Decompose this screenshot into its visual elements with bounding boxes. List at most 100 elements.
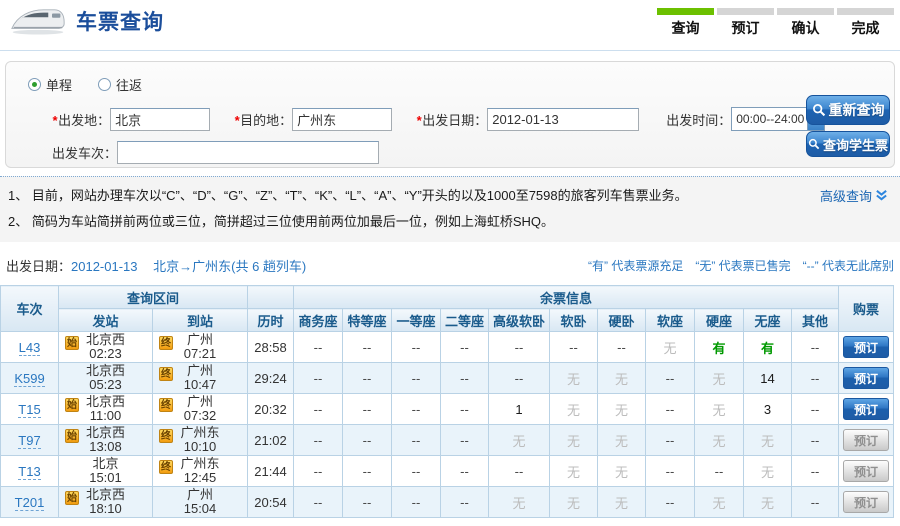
duration-cell: 28:58	[248, 332, 294, 363]
seat-availability-cell: 无	[489, 425, 550, 456]
seat-availability-cell: --	[646, 363, 695, 394]
col-group-section: 查询区间	[59, 286, 248, 309]
column-header: 一等座	[392, 309, 441, 332]
seat-availability-cell: --	[792, 363, 839, 394]
step-bar	[717, 8, 774, 15]
buy-cell: 预订	[839, 456, 894, 487]
train-link[interactable]: L43	[19, 340, 41, 356]
seat-availability-cell: --	[343, 425, 392, 456]
duration-cell: 20:54	[248, 487, 294, 518]
train-cell: T97	[1, 425, 59, 456]
seat-availability-cell: --	[695, 456, 744, 487]
column-header: 软座	[646, 309, 695, 332]
book-button[interactable]: 预订	[843, 336, 889, 358]
seat-availability-cell: 无	[598, 456, 646, 487]
seat-availability-cell: --	[392, 394, 441, 425]
train-no-label: 出发车次：	[52, 143, 117, 162]
duration-cell: 20:32	[248, 394, 294, 425]
column-header: 其他	[792, 309, 839, 332]
seat-availability-cell: --	[294, 456, 343, 487]
double-chevron-down-icon	[875, 189, 888, 202]
train-link[interactable]: T97	[18, 433, 40, 449]
seat-availability-cell: --	[441, 363, 489, 394]
column-header: 硬卧	[598, 309, 646, 332]
end-badge: 终	[159, 367, 173, 381]
seat-availability-cell: --	[792, 332, 839, 363]
buy-cell: 预订	[839, 425, 894, 456]
train-cell: K599	[1, 363, 59, 394]
step-确认: 确认	[777, 8, 834, 38]
note-line-2: 2、 简码为车站简拼前两位或三位，简拼超过三位使用前两位加最后一位，例如上海虹桥…	[8, 212, 892, 232]
book-button: 预订	[843, 429, 889, 451]
to-input[interactable]	[292, 108, 392, 131]
train-link[interactable]: K599	[14, 371, 44, 387]
seat-availability-cell: --	[646, 394, 695, 425]
col-group-tickets: 余票信息	[294, 286, 839, 309]
train-no-input[interactable]	[117, 141, 379, 164]
seat-availability-cell: --	[646, 425, 695, 456]
step-查询: 查询	[657, 8, 714, 38]
seat-availability-cell: --	[441, 487, 489, 518]
station-cell: 始北京西18:10	[59, 487, 153, 518]
end-badge: 终	[159, 398, 173, 412]
station-cell: 北京15:01	[59, 456, 153, 487]
notes-panel: 1、 目前，网站办理车次以“C”、“D”、“G”、“Z”、“T”、“K”、“L”…	[0, 176, 900, 242]
column-header: 无座	[744, 309, 792, 332]
seat-availability-cell: 无	[744, 425, 792, 456]
step-完成: 完成	[837, 8, 894, 38]
from-input[interactable]	[110, 108, 210, 131]
book-button: 预订	[843, 460, 889, 482]
table-row: T15始北京西11:00终广州07:3220:32--------1无无--无3…	[1, 394, 894, 425]
train-icon	[10, 6, 66, 36]
seat-availability-cell: 无	[550, 394, 598, 425]
seat-availability-cell: --	[598, 332, 646, 363]
brand: 车票查询	[10, 6, 164, 36]
round-trip-radio[interactable]	[98, 78, 111, 91]
station-cell: 广州15:04	[153, 487, 248, 518]
duration-cell: 21:44	[248, 456, 294, 487]
column-header: 历时	[248, 309, 294, 332]
seat-availability-cell: --	[441, 332, 489, 363]
requery-button[interactable]: 重新查询	[806, 95, 890, 125]
step-bar	[777, 8, 834, 15]
date-input[interactable]	[487, 108, 639, 131]
start-badge: 始	[65, 429, 79, 443]
step-bar	[837, 8, 894, 15]
seat-availability-cell: --	[343, 363, 392, 394]
train-link[interactable]: T15	[18, 402, 40, 418]
seat-availability-cell: --	[646, 456, 695, 487]
seat-availability-cell: --	[792, 456, 839, 487]
seat-availability-cell: --	[343, 487, 392, 518]
student-ticket-button[interactable]: 查询学生票	[806, 131, 890, 157]
buy-cell: 预订	[839, 487, 894, 518]
one-way-radio[interactable]	[28, 78, 41, 91]
train-link[interactable]: T201	[15, 495, 45, 511]
round-trip-label: 往返	[116, 75, 142, 94]
seat-availability-cell: --	[294, 394, 343, 425]
seat-availability-cell: 3	[744, 394, 792, 425]
station-name: 北京	[59, 457, 152, 471]
time-select-value: 00:00--24:00	[732, 112, 807, 126]
step-label: 完成	[837, 18, 894, 38]
station-name: 北京西	[59, 364, 152, 378]
column-header: 到站	[153, 309, 248, 332]
column-header: 商务座	[294, 309, 343, 332]
book-button[interactable]: 预订	[843, 398, 889, 420]
step-label: 查询	[657, 18, 714, 38]
seat-availability-cell: --	[392, 425, 441, 456]
seat-availability-cell: --	[489, 332, 550, 363]
advanced-query-link[interactable]: 高级查询	[820, 186, 888, 205]
book-button[interactable]: 预订	[843, 367, 889, 389]
seat-availability-cell: 无	[598, 425, 646, 456]
seat-availability-cell: 14	[744, 363, 792, 394]
seat-availability-cell: --	[343, 456, 392, 487]
station-time: 15:01	[59, 471, 152, 485]
seat-availability-cell: --	[792, 394, 839, 425]
seat-availability-cell: --	[489, 363, 550, 394]
station-cell: 始北京西13:08	[59, 425, 153, 456]
seat-availability-cell: --	[294, 363, 343, 394]
seat-availability-cell: 无	[744, 487, 792, 518]
seat-availability-cell: --	[646, 487, 695, 518]
buy-cell: 预订	[839, 363, 894, 394]
train-link[interactable]: T13	[18, 464, 40, 480]
